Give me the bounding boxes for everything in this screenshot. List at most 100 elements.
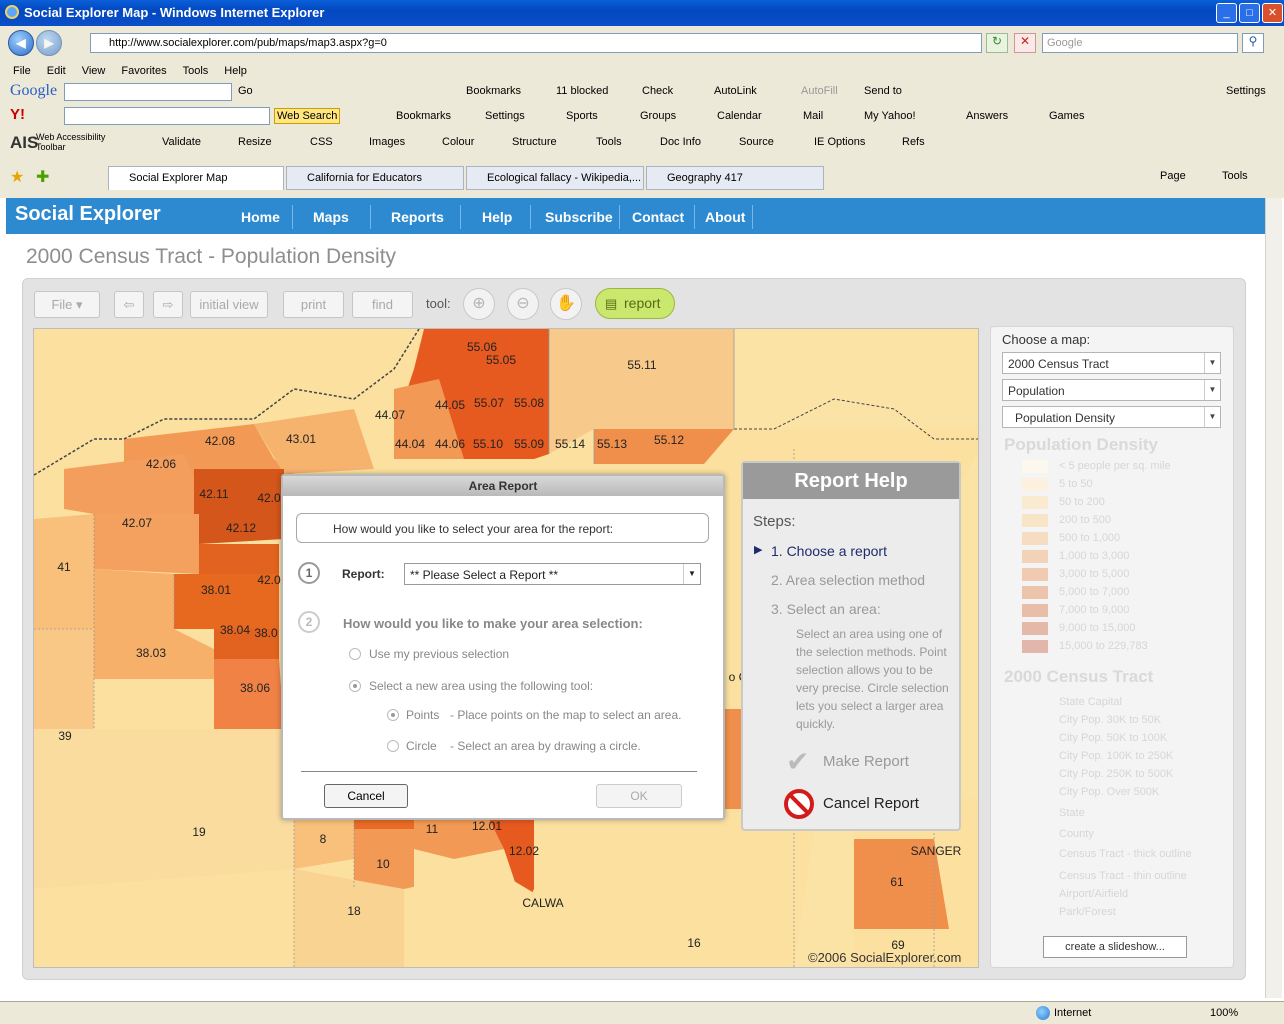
nav-maps[interactable]: Maps — [313, 209, 349, 225]
yahoo-groups[interactable]: Groups — [640, 110, 676, 122]
ais-resize[interactable]: Resize — [238, 136, 272, 148]
google-bookmarks[interactable]: Bookmarks — [466, 85, 521, 97]
back-icon[interactable]: ◀ — [8, 30, 34, 56]
yahoo-bookmarks[interactable]: Bookmarks — [396, 110, 451, 122]
ais-ie-options[interactable]: IE Options — [814, 136, 865, 148]
cancel-report-button[interactable]: Cancel Report — [823, 795, 919, 812]
yahoo-answers[interactable]: Answers — [966, 110, 1008, 122]
ais-colour[interactable]: Colour — [442, 136, 474, 148]
autolink[interactable]: AutoLink — [714, 85, 757, 97]
favorites-star-icon[interactable]: ★ — [10, 167, 24, 187]
previous-selection-radio[interactable] — [349, 648, 361, 660]
google-go-button[interactable]: Go — [238, 85, 253, 97]
send-to[interactable]: Send to — [864, 85, 902, 97]
legend-swatch — [1022, 496, 1048, 509]
search-input[interactable]: Google — [1042, 33, 1238, 53]
menu-favorites[interactable]: Favorites — [121, 65, 166, 77]
pan-hand-icon[interactable]: ✋ — [550, 288, 582, 320]
close-button[interactable]: ✕ — [1262, 3, 1283, 23]
ais-source[interactable]: Source — [739, 136, 774, 148]
refresh-icon[interactable]: ↻ — [986, 33, 1008, 53]
legend-swatch — [1022, 604, 1048, 617]
yahoo-settings[interactable]: Settings — [485, 110, 525, 122]
menu-edit[interactable]: Edit — [47, 65, 66, 77]
site-logo[interactable]: Social Explorer — [15, 203, 161, 226]
ais-validate[interactable]: Validate — [162, 136, 201, 148]
tab-wikipedia[interactable]: Ecological fallacy - Wikipedia,... — [466, 166, 644, 190]
google-logo: Google — [10, 82, 58, 99]
address-bar[interactable]: http://www.socialexplorer.com/pub/maps/m… — [90, 33, 982, 53]
help-step-3: 3. Select an area: — [771, 601, 881, 617]
minimize-button[interactable]: _ — [1216, 3, 1237, 23]
make-report-button[interactable]: Make Report — [823, 753, 909, 770]
cancel-report-icon[interactable] — [784, 789, 814, 819]
survey-select[interactable]: 2000 Census Tract ▼ — [1002, 352, 1221, 374]
ais-doc-info[interactable]: Doc Info — [660, 136, 701, 148]
nav-subscribe[interactable]: Subscribe — [545, 209, 613, 225]
menu-bar: File Edit View Favorites Tools Help — [13, 65, 247, 77]
yahoo-games[interactable]: Games — [1049, 110, 1084, 122]
popup-blocked[interactable]: 11 blocked — [556, 85, 608, 97]
report-select[interactable]: ** Please Select a Report ** ▼ — [404, 563, 701, 585]
nav-help[interactable]: Help — [482, 209, 512, 225]
step-2-badge: 2 — [298, 611, 320, 633]
security-zone: Internet — [1054, 1007, 1092, 1019]
maximize-button[interactable]: □ — [1239, 3, 1260, 23]
report-button[interactable]: ▤ report — [595, 288, 675, 319]
file-button[interactable]: File ▾ — [34, 291, 100, 318]
print-button[interactable]: print — [283, 291, 344, 318]
initial-view-button[interactable]: initial view — [190, 291, 268, 318]
spell-check[interactable]: Check — [642, 85, 673, 97]
ok-button[interactable]: OK — [596, 784, 682, 808]
ais-css[interactable]: CSS — [310, 136, 333, 148]
previous-selection-label: Use my previous selection — [369, 647, 510, 661]
yahoo-calendar[interactable]: Calendar — [717, 110, 762, 122]
ais-images[interactable]: Images — [369, 136, 405, 148]
forward-icon[interactable]: ▶ — [36, 30, 62, 56]
circle-radio[interactable] — [387, 740, 399, 752]
menu-help[interactable]: Help — [224, 65, 247, 77]
menu-tools[interactable]: Tools — [183, 65, 209, 77]
add-favorite-icon[interactable]: ✚ — [36, 167, 49, 187]
tab-california[interactable]: California for Educators — [286, 166, 464, 190]
zoom-level[interactable]: 100% — [1210, 1007, 1238, 1019]
google-settings[interactable]: Settings — [1226, 85, 1266, 97]
web-search-button[interactable]: Web Search — [274, 108, 341, 124]
find-button[interactable]: find — [352, 291, 413, 318]
zoom-in-icon[interactable]: ⊕ — [463, 288, 495, 320]
autofill[interactable]: AutoFill — [801, 85, 838, 97]
my-yahoo[interactable]: My Yahoo! — [864, 110, 916, 122]
ais-refs[interactable]: Refs — [902, 136, 925, 148]
nav-home[interactable]: Home — [241, 209, 280, 225]
points-radio[interactable] — [387, 709, 399, 721]
nav-about[interactable]: About — [705, 209, 745, 225]
nav-reports[interactable]: Reports — [391, 209, 444, 225]
google-search-input[interactable] — [64, 83, 232, 101]
search-icon[interactable]: ⚲ — [1242, 33, 1264, 53]
ais-tools[interactable]: Tools — [596, 136, 622, 148]
yahoo-sports[interactable]: Sports — [566, 110, 598, 122]
report-help-title: Report Help — [743, 463, 959, 499]
menu-view[interactable]: View — [82, 65, 106, 77]
yahoo-search-input[interactable] — [64, 107, 270, 125]
variable-select[interactable]: Population Density ▼ — [1002, 406, 1221, 428]
tract-label: 19 — [192, 825, 206, 839]
ais-structure[interactable]: Structure — [512, 136, 557, 148]
tab-social-explorer[interactable]: Social Explorer Map — [108, 166, 284, 190]
menu-file[interactable]: File — [13, 65, 31, 77]
forward-view-icon[interactable]: ⇨ — [153, 291, 183, 318]
category-select[interactable]: Population ▼ — [1002, 379, 1221, 401]
back-view-icon[interactable]: ⇦ — [114, 291, 144, 318]
yahoo-mail[interactable]: Mail — [803, 110, 823, 122]
nav-contact[interactable]: Contact — [632, 209, 684, 225]
page-menu[interactable]: Page — [1160, 170, 1186, 182]
legend-swatch — [1022, 532, 1048, 545]
zoom-out-icon[interactable]: ⊖ — [507, 288, 539, 320]
page-scrollbar[interactable] — [1265, 198, 1282, 998]
new-area-radio[interactable] — [349, 680, 361, 692]
tab-geography[interactable]: Geography 417 — [646, 166, 824, 190]
cancel-button[interactable]: Cancel — [324, 784, 408, 808]
tools-menu[interactable]: Tools — [1222, 170, 1248, 182]
create-slideshow-button[interactable]: create a slideshow... — [1043, 936, 1187, 958]
stop-icon[interactable]: ✕ — [1014, 33, 1036, 53]
